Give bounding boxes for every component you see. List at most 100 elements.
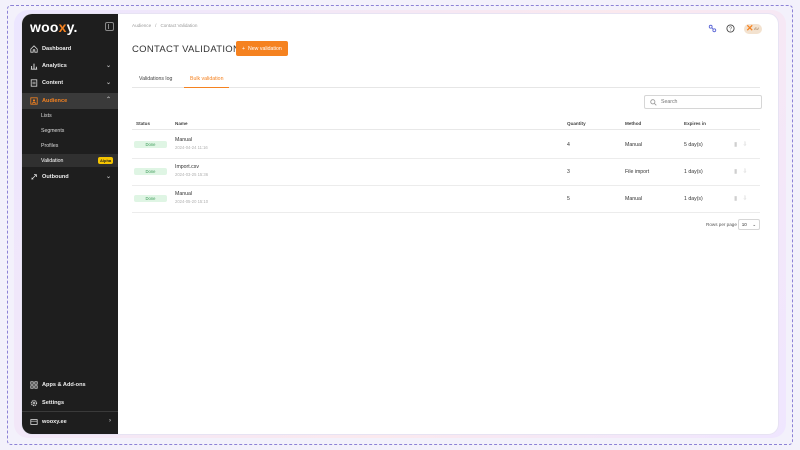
stats-icon[interactable]: ▮ — [734, 168, 737, 175]
chevron-down-icon: ⌄ — [105, 63, 111, 69]
svg-text:?: ? — [729, 26, 732, 32]
column-expires-in[interactable]: Expires in — [684, 121, 706, 126]
download-icon[interactable]: ⇩ — [742, 195, 747, 202]
row-actions: ▮ ⇩ — [734, 168, 747, 175]
table-row[interactable]: Done Import.csv 2024-03-25 15:36 3 File i… — [132, 159, 760, 186]
sidebar-item-settings[interactable]: Settings — [22, 395, 118, 411]
table-row[interactable]: Done Manual 2024-05-20 15:10 5 Manual 1 d… — [132, 186, 760, 213]
sidebar-item-workspace[interactable]: wooxy.ee › — [22, 414, 118, 430]
row-quantity: 5 — [567, 196, 570, 202]
sidebar-item-label: Audience — [42, 98, 68, 104]
help-icon[interactable]: ? — [726, 20, 735, 38]
search-icon — [650, 93, 657, 111]
row-quantity: 4 — [567, 142, 570, 148]
tab-bulk-validation[interactable]: Bulk validation — [184, 76, 230, 88]
sidebar-item-dashboard[interactable]: Dashboard — [22, 41, 118, 57]
sidebar-divider — [22, 411, 118, 412]
row-expires: 1 day(s) — [684, 169, 703, 175]
sidebar-item-label: Settings — [42, 400, 65, 406]
breadcrumb-current: Contact Validation — [160, 23, 198, 28]
row-method: Manual — [625, 142, 643, 148]
gear-icon — [29, 399, 38, 408]
home-icon — [29, 45, 38, 54]
sidebar-collapse-icon[interactable] — [105, 22, 114, 31]
row-date: 2024-05-20 15:10 — [175, 199, 209, 204]
rows-per-page-select[interactable]: 10 ⌄ — [738, 219, 760, 230]
row-method: Manual — [625, 196, 643, 202]
sidebar-item-analytics[interactable]: Analytics ⌄ — [22, 58, 118, 74]
main-content: Audience / Contact Validation ? ✕ AV CONTA… — [118, 14, 778, 434]
download-icon[interactable]: ⇩ — [742, 168, 747, 175]
sidebar-item-content[interactable]: Content ⌄ — [22, 75, 118, 91]
sidebar-item-label: Outbound — [42, 174, 69, 180]
avatar[interactable]: ✕ AV — [744, 23, 762, 34]
sidebar-item-outbound[interactable]: Outbound ⌄ — [22, 169, 118, 185]
document-icon — [29, 79, 38, 88]
rows-per-page-value: 10 — [741, 222, 747, 227]
download-icon[interactable]: ⇩ — [742, 141, 747, 148]
row-actions: ▮ ⇩ — [734, 141, 747, 148]
tab-validations-log[interactable]: Validations log — [139, 76, 172, 88]
status-badge: Done — [134, 195, 167, 202]
row-name-text: Import.csv — [175, 164, 199, 170]
new-validation-button[interactable]: + New validation — [236, 41, 288, 56]
chevron-down-icon: ⌄ — [105, 80, 111, 86]
row-quantity: 3 — [567, 169, 570, 175]
new-validation-label: New validation — [248, 45, 282, 52]
status-badge: Done — [134, 168, 167, 175]
column-name[interactable]: Name — [175, 121, 188, 126]
sidebar-item-label: Content — [42, 80, 64, 86]
top-toolbar: ? ✕ AV — [708, 20, 762, 38]
row-expires: 1 day(s) — [684, 196, 703, 202]
brand-x-icon: ✕ — [746, 23, 754, 33]
sidebar-item-label: wooxy.ee — [42, 419, 67, 425]
search-input[interactable] — [661, 99, 751, 105]
sidebar-sub-validation[interactable]: Validation — [41, 158, 63, 164]
avatar-initials: AV — [754, 26, 760, 31]
plus-icon: + — [242, 45, 246, 52]
rows-per-page-label: Rows per page — [706, 222, 737, 227]
table-row[interactable]: Done Manual 2024-04-24 11:16 4 Manual 5 d… — [132, 132, 760, 159]
stats-icon[interactable]: ▮ — [734, 141, 737, 148]
sidebar-item-audience[interactable]: Audience ⌃ — [22, 93, 118, 109]
app-window: wooxy. Dashboard Analytics ⌄ Content ⌄ A… — [22, 14, 778, 434]
row-date: 2024-03-25 15:36 — [175, 172, 209, 177]
sidebar-item-apps[interactable]: Apps & Add-ons — [22, 377, 118, 393]
row-expires: 5 day(s) — [684, 142, 703, 148]
column-status[interactable]: Status — [136, 121, 150, 126]
breadcrumb-separator: / — [155, 23, 157, 28]
tabs-bar: Validations log Bulk validation — [132, 72, 760, 88]
row-name: Manual 2024-04-24 11:16 — [175, 137, 208, 150]
rocket-icon — [29, 173, 38, 182]
search-box[interactable] — [644, 95, 762, 109]
sidebar-item-label: Dashboard — [42, 46, 72, 52]
row-date: 2024-04-24 11:16 — [175, 145, 208, 150]
status-badge: Done — [134, 141, 167, 148]
breadcrumb-audience[interactable]: Audience — [132, 23, 151, 28]
stats-icon[interactable]: ▮ — [734, 195, 737, 202]
integrations-icon[interactable] — [708, 20, 717, 38]
audience-icon — [29, 97, 38, 106]
chevron-up-icon: ⌃ — [105, 97, 111, 103]
row-actions: ▮ ⇩ — [734, 195, 747, 202]
chevron-down-icon: ⌄ — [105, 174, 111, 180]
sidebar-sub-segments[interactable]: Segments — [41, 128, 64, 134]
workspace-icon — [29, 418, 38, 427]
sidebar-sub-profiles[interactable]: Profiles — [41, 143, 58, 149]
alpha-badge: Alpha — [98, 157, 114, 164]
chevron-right-icon: › — [109, 418, 111, 424]
sidebar-item-label: Apps & Add-ons — [42, 382, 86, 388]
row-name-text: Manual — [175, 137, 193, 143]
column-method[interactable]: Method — [625, 121, 641, 126]
wooxy-logo[interactable]: wooxy. — [30, 19, 78, 35]
column-quantity[interactable]: Quantity — [567, 121, 586, 126]
sidebar: wooxy. Dashboard Analytics ⌄ Content ⌄ A… — [22, 14, 118, 434]
breadcrumb: Audience / Contact Validation — [132, 23, 197, 28]
row-name: Import.csv 2024-03-25 15:36 — [175, 164, 208, 177]
row-name: Manual 2024-05-20 15:10 — [175, 191, 208, 204]
apps-grid-icon — [29, 381, 38, 390]
sidebar-sub-lists[interactable]: Lists — [41, 113, 52, 119]
page-title: CONTACT VALIDATION — [132, 44, 241, 55]
row-method: File import — [625, 169, 650, 175]
sidebar-item-label: Analytics — [42, 63, 67, 69]
